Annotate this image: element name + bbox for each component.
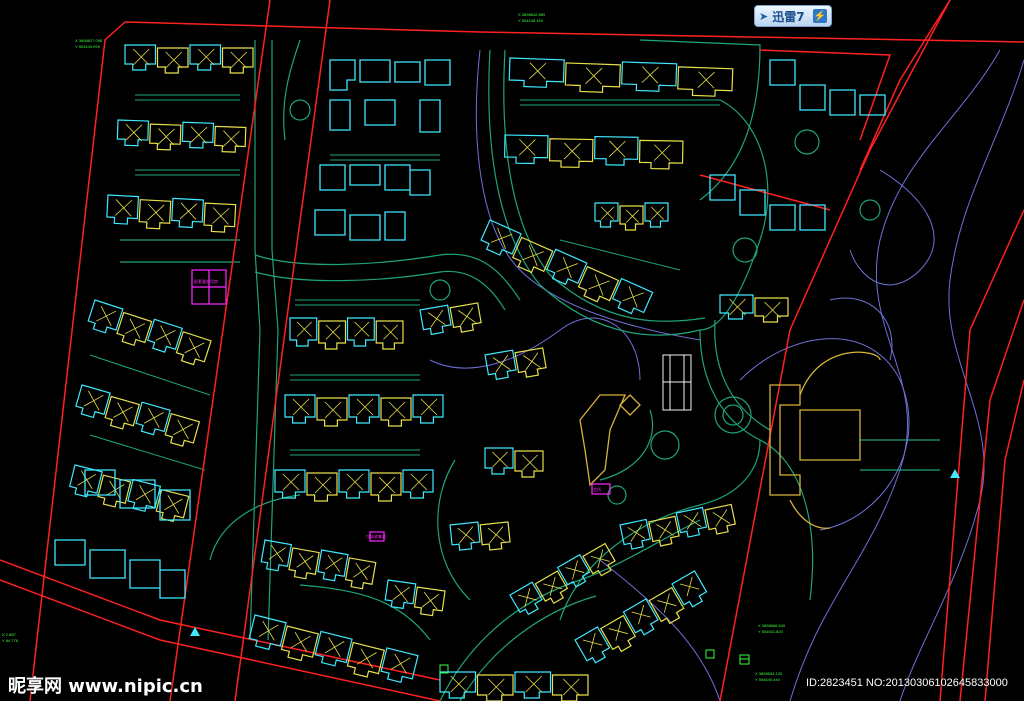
coord-bottom-right-b-y: Y 504640.440 <box>755 677 781 682</box>
annotation-label-garbage: 垃圾收集站 <box>366 533 386 539</box>
annotation-label-service: 配套服务用房 <box>194 278 218 284</box>
annotation-label-clubhouse: 会所 <box>593 486 601 492</box>
coord-bottom-right-a-x: X 3898666.849 <box>758 623 786 628</box>
coord-left-y: Y 503449.099 <box>75 44 101 49</box>
coord-left-x: X 3898827.098 <box>75 38 103 43</box>
thunder-download-badge[interactable]: ➤ 迅雷7 ⚡ <box>754 5 832 27</box>
coord-top-y: Y 504448.149 <box>518 18 544 23</box>
coord-bottom-right-a-y: Y 504631.820 <box>758 629 784 634</box>
site-watermark: 昵享网 www.nipic.cn <box>8 676 203 697</box>
coord-bottom-left-x: X 2.887 <box>2 632 17 637</box>
bird-logo-icon: ➤ <box>759 10 769 23</box>
coord-top-x: X 3898842.869 <box>518 12 546 17</box>
coord-bottom-right-b-x: X 3898654.120 <box>755 671 783 676</box>
image-id-watermark: ID:2823451 NO:20130306102645833000 <box>806 677 1008 689</box>
site-plan-drawing: 配套服务用房 会所 垃圾收集站 X 3898842.869 Y 504448.1… <box>0 0 1024 701</box>
lightning-icon[interactable]: ⚡ <box>813 9 827 23</box>
badge-label: 迅雷7 <box>772 9 805 24</box>
coord-bottom-left-y: Y 84.776 <box>2 638 19 643</box>
